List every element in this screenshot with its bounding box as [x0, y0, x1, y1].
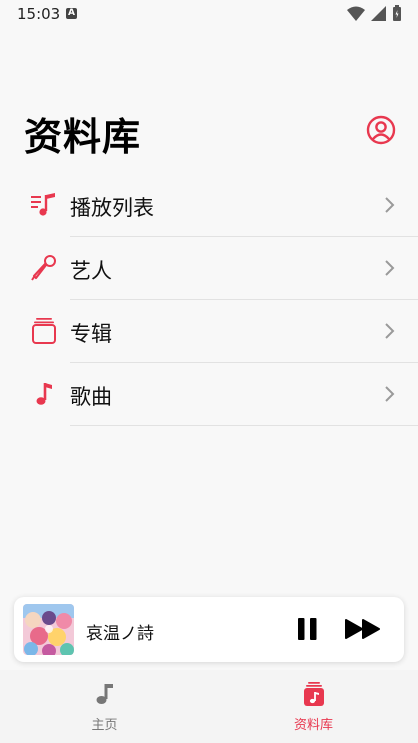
library-item-label: 歌曲 — [70, 385, 112, 409]
tab-bar: 主页 资料库 — [0, 670, 418, 743]
library-item-songs[interactable]: 歌曲 — [0, 363, 418, 426]
track-title: 哀温ノ詩 — [86, 624, 154, 644]
tab-label: 资料库 — [293, 718, 333, 733]
notification-a-icon: A — [66, 8, 77, 19]
status-icons — [347, 5, 402, 22]
library-list: 播放列表 艺人 专辑 歌曲 — [0, 174, 418, 426]
album-stack-icon — [32, 318, 56, 344]
pause-button[interactable] — [294, 615, 322, 643]
divider — [70, 425, 418, 426]
signal-icon — [371, 6, 386, 21]
status-time: 15:03 — [17, 5, 61, 23]
chevron-right-icon — [385, 323, 395, 339]
library-item-label: 专辑 — [70, 322, 112, 346]
fast-forward-button[interactable] — [344, 615, 384, 643]
wifi-icon — [347, 6, 365, 21]
header: 资料库 — [24, 106, 396, 159]
chevron-right-icon — [385, 260, 395, 276]
tab-home[interactable]: 主页 — [0, 670, 209, 743]
library-item-label: 播放列表 — [70, 196, 154, 220]
status-bar: 15:03 A — [0, 0, 418, 28]
profile-button[interactable] — [366, 115, 396, 145]
album-art-image — [23, 604, 74, 655]
library-item-albums[interactable]: 专辑 — [0, 300, 418, 363]
mini-player[interactable]: 哀温ノ詩 — [14, 597, 404, 662]
tab-label: 主页 — [91, 718, 118, 733]
library-item-artists[interactable]: 艺人 — [0, 237, 418, 300]
microphone-icon — [31, 255, 56, 281]
home-note-icon — [96, 684, 113, 704]
library-icon — [303, 682, 324, 706]
library-item-playlists[interactable]: 播放列表 — [0, 174, 418, 237]
tab-library[interactable]: 资料库 — [209, 670, 418, 743]
playlist-icon — [31, 193, 55, 216]
battery-icon — [393, 5, 401, 21]
page-title: 资料库 — [24, 115, 142, 159]
chevron-right-icon — [385, 386, 395, 402]
library-item-label: 艺人 — [70, 259, 112, 283]
chevron-right-icon — [385, 197, 395, 213]
music-note-icon — [36, 383, 52, 405]
